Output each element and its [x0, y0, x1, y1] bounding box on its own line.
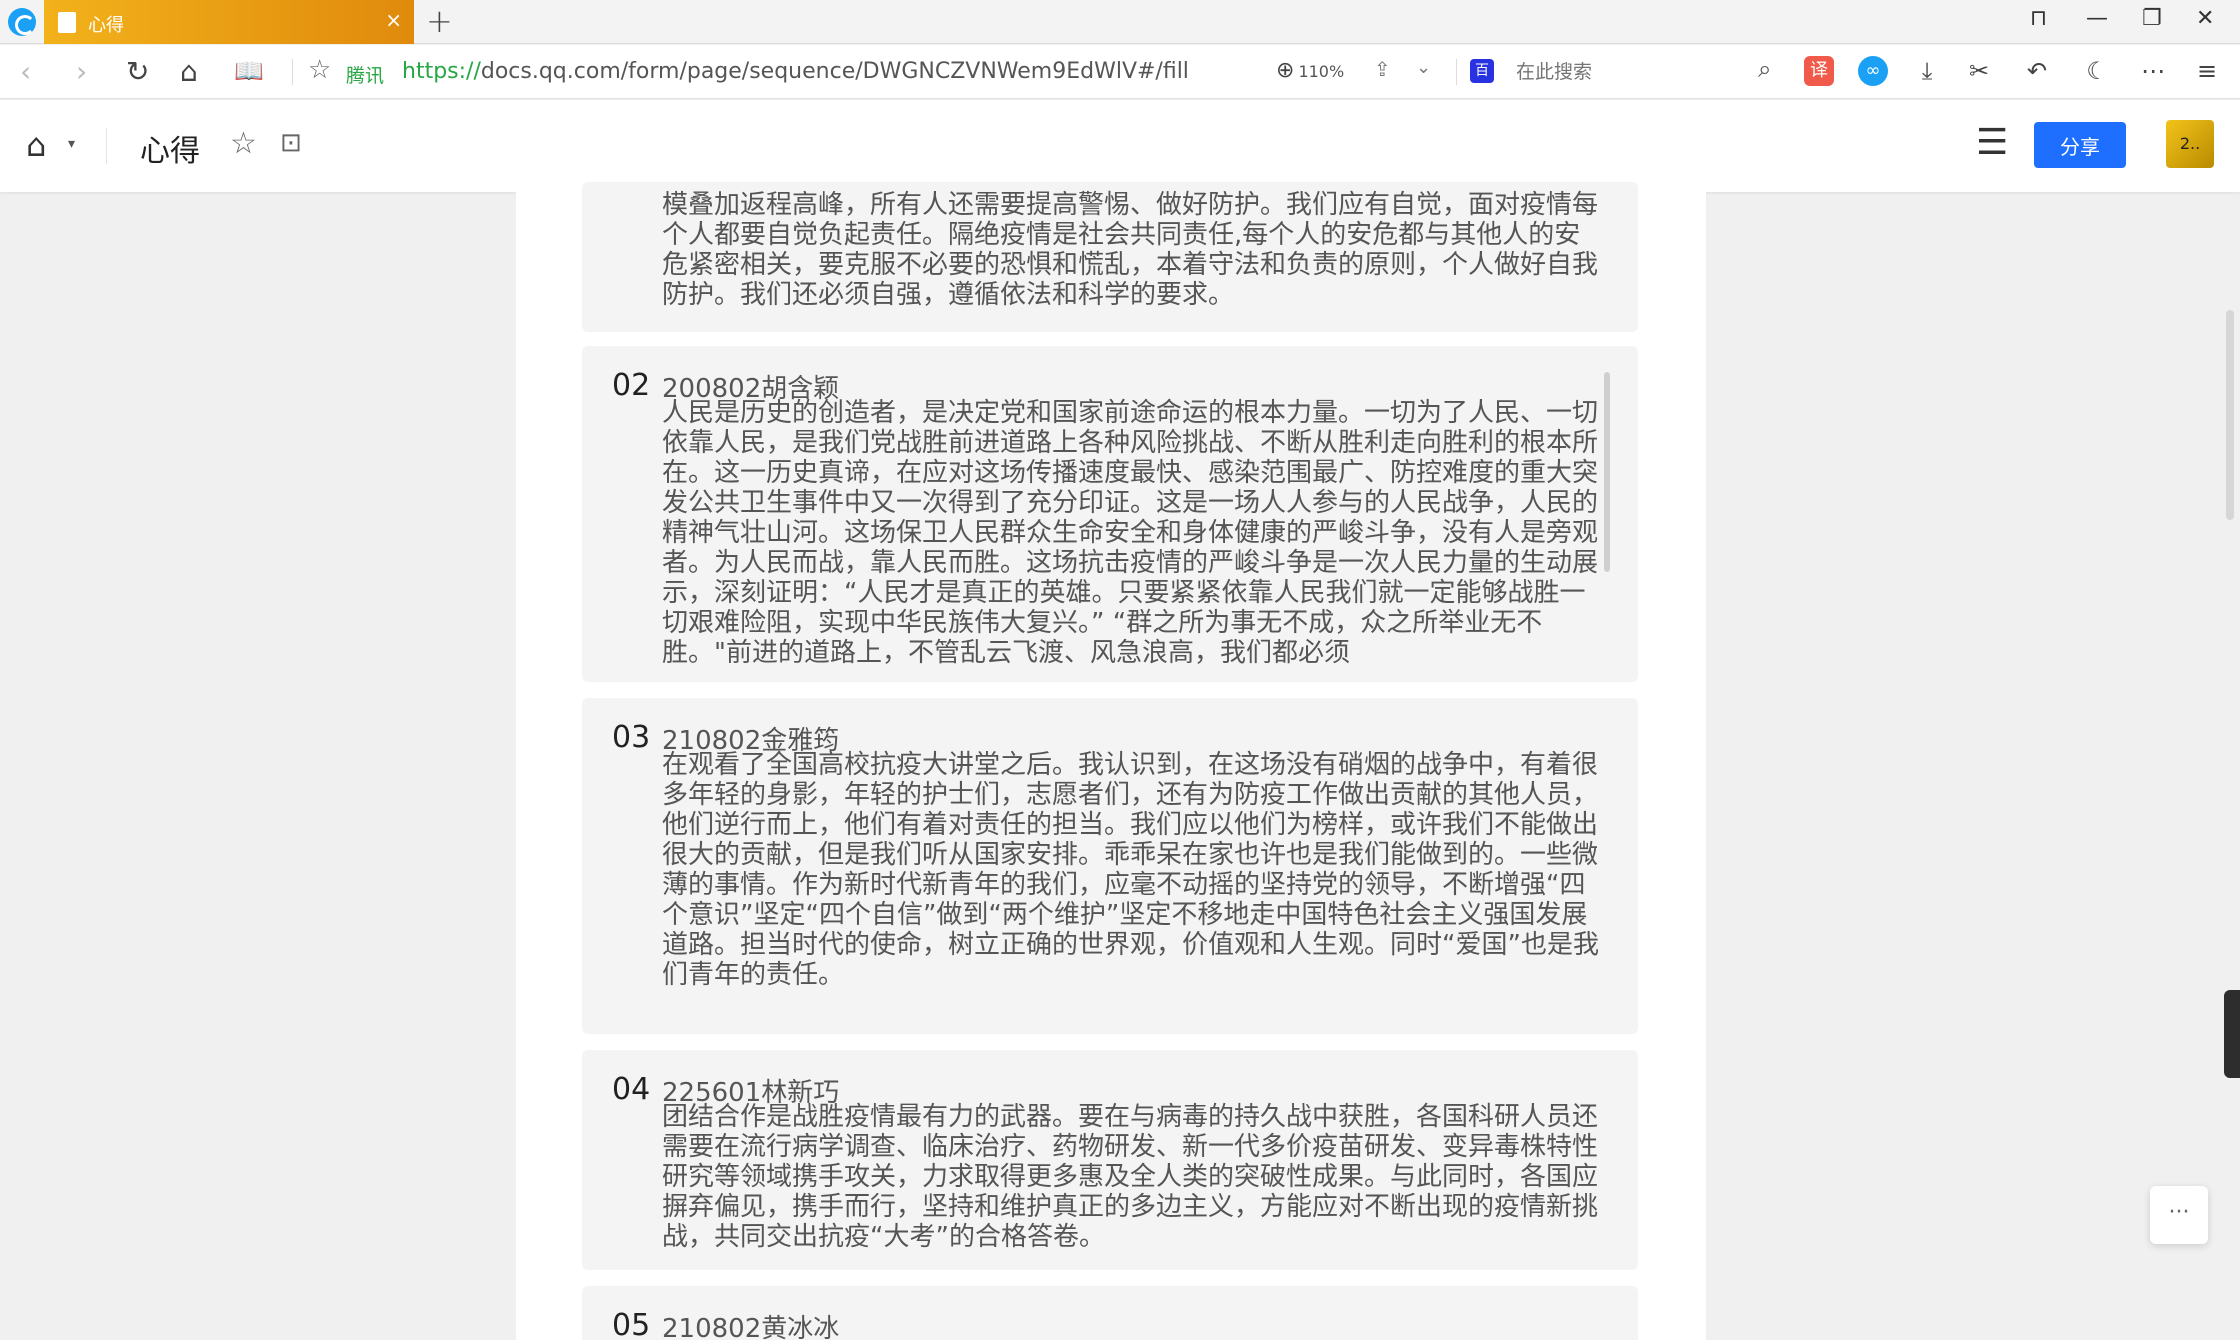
- new-tab-button[interactable]: +: [426, 2, 453, 40]
- answer-number: 04: [612, 1072, 651, 1107]
- share-page-icon[interactable]: ⇪: [1374, 57, 1391, 81]
- url-site-label: 腾讯: [346, 65, 385, 87]
- minimize-icon[interactable]: —: [2086, 6, 2108, 31]
- url-field[interactable]: https://docs.qq.com/form/page/sequence/D…: [402, 59, 1189, 84]
- divider: [106, 128, 107, 164]
- moon-icon[interactable]: ☾: [2082, 56, 2112, 86]
- answer-text: 团结合作是战胜疫情最有力的武器。要在与病毒的持久战中获胜，各国科研人员还需要在流…: [662, 1102, 1599, 1252]
- add-to-folder-icon[interactable]: ⊡: [280, 128, 302, 158]
- home-icon[interactable]: ⌂: [180, 55, 198, 88]
- answer-card: 03 210802金雅筠 在观看了全国高校抗疫大讲堂之后。我认识到，在这场没有硝…: [582, 698, 1638, 1034]
- infinity-icon[interactable]: ∞: [1858, 56, 1888, 86]
- url-path: docs.qq.com/form/page/sequence/DWGNCZVNW…: [480, 59, 1189, 84]
- reader-icon[interactable]: 📖: [234, 57, 264, 85]
- answer-card: 模叠加返程高峰，所有人还需要提高警惕、做好防护。我们应有自觉，面对疫情每个人都要…: [582, 182, 1638, 332]
- tab-close-icon[interactable]: ×: [385, 8, 402, 32]
- search-engine-icon[interactable]: 百: [1470, 59, 1494, 83]
- tab-title: 心得: [88, 15, 124, 36]
- hamburger-menu-icon[interactable]: ☰: [1976, 122, 2008, 163]
- page-scrollbar[interactable]: [2226, 310, 2234, 520]
- url-protocol: https://: [402, 59, 481, 84]
- undo-icon[interactable]: ↶: [2022, 56, 2052, 86]
- answer-card: 02 200802胡含颖 人民是历史的创造者，是决定党和国家前途命运的根本力量。…: [582, 346, 1638, 682]
- answer-name: 210802黄冰冰: [662, 1314, 840, 1340]
- search-icon[interactable]: ⌕: [1758, 55, 1771, 83]
- more-options-button[interactable]: ···: [2150, 1186, 2208, 1244]
- document-icon: [58, 12, 76, 33]
- caret-down-icon[interactable]: ▾: [68, 136, 75, 152]
- address-bar: ‹ › ↻ ⌂ 📖 ☆ 腾讯 https://docs.qq.com/form/…: [0, 45, 2240, 99]
- browser-tab-bar: 心得 × + ⊓ — ❐ ✕: [0, 0, 2240, 44]
- browser-logo-icon: [8, 8, 36, 36]
- reload-icon[interactable]: ↻: [126, 55, 149, 88]
- star-icon[interactable]: ☆: [230, 126, 257, 161]
- answer-text: 人民是历史的创造者，是决定党和国家前途命运的根本力量。一切为了人民、一切依靠人民…: [662, 398, 1599, 668]
- divider: [292, 59, 293, 85]
- answer-number: 02: [612, 368, 651, 403]
- bookmark-star-icon[interactable]: ☆: [308, 55, 331, 85]
- zoom-icon: ⊕: [1276, 58, 1295, 83]
- page-title: 心得: [140, 134, 200, 169]
- docs-header: ⌂ ▾ 心得 ☆ ⊡ ☰ 分享 2..: [0, 100, 2240, 192]
- divider: [1456, 59, 1457, 85]
- answer-text: 模叠加返程高峰，所有人还需要提高警惕、做好防护。我们应有自觉，面对疫情每个人都要…: [662, 190, 1599, 310]
- answer-text: 在观看了全国高校抗疫大讲堂之后。我认识到，在这场没有硝烟的战争中，有着很多年轻的…: [662, 750, 1599, 990]
- home-icon[interactable]: ⌂: [26, 126, 46, 164]
- chevron-down-icon[interactable]: ⌄: [1416, 57, 1431, 78]
- zoom-level: 110%: [1298, 62, 1345, 81]
- forward-icon[interactable]: ›: [76, 55, 87, 88]
- shirt-icon[interactable]: ⊓: [2030, 6, 2047, 31]
- zoom-indicator[interactable]: ⊕ 110%: [1276, 58, 1344, 83]
- answer-card: 04 225601林新巧 团结合作是战胜疫情最有力的武器。要在与病毒的持久战中获…: [582, 1050, 1638, 1270]
- side-widget[interactable]: [2224, 990, 2240, 1078]
- back-icon[interactable]: ‹: [20, 55, 31, 88]
- scissors-icon[interactable]: ✂: [1964, 56, 1994, 86]
- avatar[interactable]: 2..: [2166, 120, 2214, 168]
- translate-icon[interactable]: 译: [1804, 56, 1834, 86]
- close-icon[interactable]: ✕: [2196, 6, 2214, 31]
- answer-number: 03: [612, 720, 651, 755]
- restore-icon[interactable]: ❐: [2142, 6, 2162, 31]
- answer-number: 05: [612, 1308, 651, 1340]
- download-icon[interactable]: ⤓: [1912, 56, 1942, 86]
- share-button[interactable]: 分享: [2034, 122, 2126, 168]
- card-scrollbar[interactable]: [1604, 372, 1610, 572]
- search-input[interactable]: [1516, 57, 1756, 87]
- more-icon[interactable]: ⋯: [2138, 56, 2168, 86]
- answer-card: 05 210802黄冰冰: [582, 1286, 1638, 1340]
- menu-icon[interactable]: ≡: [2192, 56, 2222, 86]
- tab-active[interactable]: 心得 ×: [44, 0, 414, 44]
